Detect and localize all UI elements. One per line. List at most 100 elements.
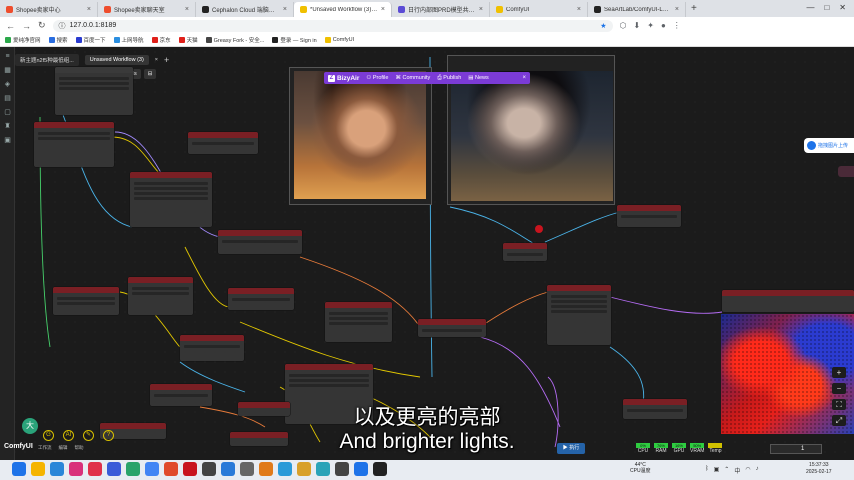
workflow-node[interactable] — [617, 205, 681, 227]
images-icon[interactable]: ▣ — [3, 136, 12, 145]
app-icon[interactable] — [354, 462, 368, 476]
bookmark-item[interactable]: 京东 — [151, 36, 171, 44]
download-icon[interactable]: ⬇ — [634, 21, 641, 30]
bookmark-item[interactable]: 百度一下 — [75, 36, 106, 44]
app-icon[interactable] — [297, 462, 311, 476]
puzzle-icon[interactable]: ✦ — [647, 21, 654, 30]
close-icon[interactable]: × — [87, 6, 91, 13]
chevron-up-icon[interactable]: ⌃ — [724, 466, 729, 475]
zoom-out-icon[interactable]: − — [832, 383, 846, 394]
minimize-icon[interactable]: — — [806, 3, 814, 12]
bookmark-item[interactable]: 天猫 — [178, 36, 198, 44]
app-icon[interactable] — [69, 462, 83, 476]
bluetooth-icon[interactable]: ᛒ — [705, 466, 709, 475]
address-bar[interactable]: ⓘ 127.0.0.1:8189 ★ — [52, 19, 613, 32]
folder-icon[interactable]: ▢ — [3, 108, 12, 117]
generated-image-1[interactable] — [294, 71, 426, 199]
bookmark-item[interactable]: 上网导航 — [113, 36, 144, 44]
close-icon[interactable]: × — [522, 75, 526, 81]
browser-tab[interactable]: ComfyUI × — [490, 2, 588, 17]
bizyair-logo[interactable]: Z BizyAir — [328, 74, 359, 82]
browser-tab[interactable]: Cephalon Cloud 端脑云 - AIGC...× — [196, 2, 294, 17]
chrome-icon[interactable] — [145, 462, 159, 476]
start-icon[interactable] — [12, 462, 26, 476]
workflow-node[interactable] — [418, 319, 486, 337]
bookmark-item[interactable]: ComfyUI — [324, 37, 354, 43]
workflow-node[interactable] — [128, 277, 193, 315]
info-icon[interactable]: ⓘ — [59, 21, 66, 31]
extension-icon[interactable]: ⬡ — [620, 21, 627, 30]
comfyui-canvas[interactable]: ≡ ▦ ◈ ▤ ▢ ♜ ▣ 新主题n2f5种最低组... Unsaved Wor… — [0, 47, 854, 460]
menu-help[interactable]: 帮助 — [75, 445, 84, 451]
new-tab-button[interactable]: + — [686, 3, 702, 14]
bookmark-star-icon[interactable]: ★ — [600, 22, 606, 30]
bizyair-news[interactable]: ▤ News — [468, 75, 489, 81]
side-toggle-button[interactable] — [838, 166, 854, 177]
workflow-tab[interactable]: 新主题n2f5种最低组... — [15, 54, 79, 66]
maximize-icon[interactable]: □ — [824, 3, 829, 12]
workflow-node[interactable] — [228, 288, 294, 310]
run-button[interactable]: ▶ 执行 — [557, 443, 585, 454]
workflows-icon[interactable]: ▤ — [3, 94, 12, 103]
bizyair-community[interactable]: ⌘ Community — [395, 75, 430, 81]
save-icon[interactable]: ⊟ — [143, 69, 157, 79]
workflow-node[interactable] — [130, 172, 212, 227]
upload-badge[interactable]: 拖拽图片上传 — [804, 138, 854, 153]
node-header[interactable] — [722, 290, 854, 296]
bizyair-profile[interactable]: ⚇ Profile — [366, 75, 388, 81]
queue-icon[interactable]: ≡ — [3, 52, 12, 61]
forward-icon[interactable]: → — [22, 21, 31, 31]
reload-icon[interactable]: ↻ — [38, 20, 46, 31]
bookmark-item[interactable]: 登录 — Sign in — [272, 36, 317, 44]
model-library-icon[interactable]: ◈ — [3, 80, 12, 89]
back-icon[interactable]: ← — [6, 21, 15, 31]
app-icon[interactable] — [221, 462, 235, 476]
close-icon[interactable]: × — [283, 6, 287, 13]
browser-tab[interactable]: Shopee卖家聊天室 × — [98, 2, 196, 17]
templates-icon[interactable]: ♜ — [3, 122, 12, 131]
close-icon[interactable]: × — [185, 6, 189, 13]
tray-app-icon[interactable]: ▣ — [714, 466, 720, 475]
workflow-node[interactable] — [325, 302, 392, 342]
bookmark-item[interactable]: 搜索 — [48, 36, 68, 44]
close-icon[interactable]: × — [479, 6, 483, 13]
app-icon[interactable] — [335, 462, 349, 476]
browser-tab-active[interactable]: *Unsaved Workflow (3) - ComfyUI× — [294, 2, 392, 17]
app-icon[interactable] — [278, 462, 292, 476]
menu-edit[interactable]: 编辑 — [59, 445, 68, 451]
wifi-icon[interactable]: ◠ — [745, 466, 750, 475]
edge-icon[interactable] — [50, 462, 64, 476]
workflow-node[interactable] — [188, 132, 258, 154]
workflow-node[interactable] — [547, 285, 611, 345]
node-library-icon[interactable]: ▦ — [3, 66, 12, 75]
browser-tab[interactable]: 日行内部图PRD模型共图工作流...× — [392, 2, 490, 17]
workflow-node[interactable] — [34, 122, 114, 167]
app-icon[interactable] — [259, 462, 273, 476]
app-icon[interactable] — [88, 462, 102, 476]
app-icon[interactable] — [202, 462, 216, 476]
workflow-node[interactable] — [722, 290, 854, 312]
queue-count-input[interactable]: 1 — [770, 444, 822, 454]
bookmark-item[interactable]: 爱纯净官网 — [5, 36, 41, 44]
close-window-icon[interactable]: ✕ — [839, 3, 846, 12]
file-explorer-icon[interactable] — [31, 462, 45, 476]
workflow-tab-active[interactable]: Unsaved Workflow (3) — [84, 55, 149, 65]
app-icon[interactable] — [316, 462, 330, 476]
bookmark-item[interactable]: Greasy Fork - 安全... — [205, 36, 264, 44]
bizyair-publish[interactable]: ⎙ Publish — [437, 75, 461, 82]
weather-widget[interactable]: 44°C CPU温度 — [630, 462, 651, 474]
menu-icon[interactable]: ⋮ — [673, 21, 681, 30]
close-icon[interactable]: × — [577, 6, 581, 13]
generated-image-2[interactable] — [451, 71, 613, 201]
taskbar-clock[interactable]: 15:37:33 2025-02-17 — [806, 462, 832, 476]
profile-icon[interactable]: ● — [661, 21, 666, 30]
workflow-node[interactable] — [53, 287, 119, 315]
close-icon[interactable]: × — [155, 57, 158, 63]
menu-workflow[interactable]: 工作流 — [38, 445, 52, 451]
app-icon[interactable] — [183, 462, 197, 476]
close-icon[interactable]: × — [381, 6, 385, 13]
zoom-in-icon[interactable]: + — [832, 367, 846, 378]
app-icon[interactable] — [240, 462, 254, 476]
app-icon[interactable] — [373, 462, 387, 476]
browser-tab[interactable]: SeaArtLab/ComfyUI-Long-CLIP× — [588, 2, 686, 17]
